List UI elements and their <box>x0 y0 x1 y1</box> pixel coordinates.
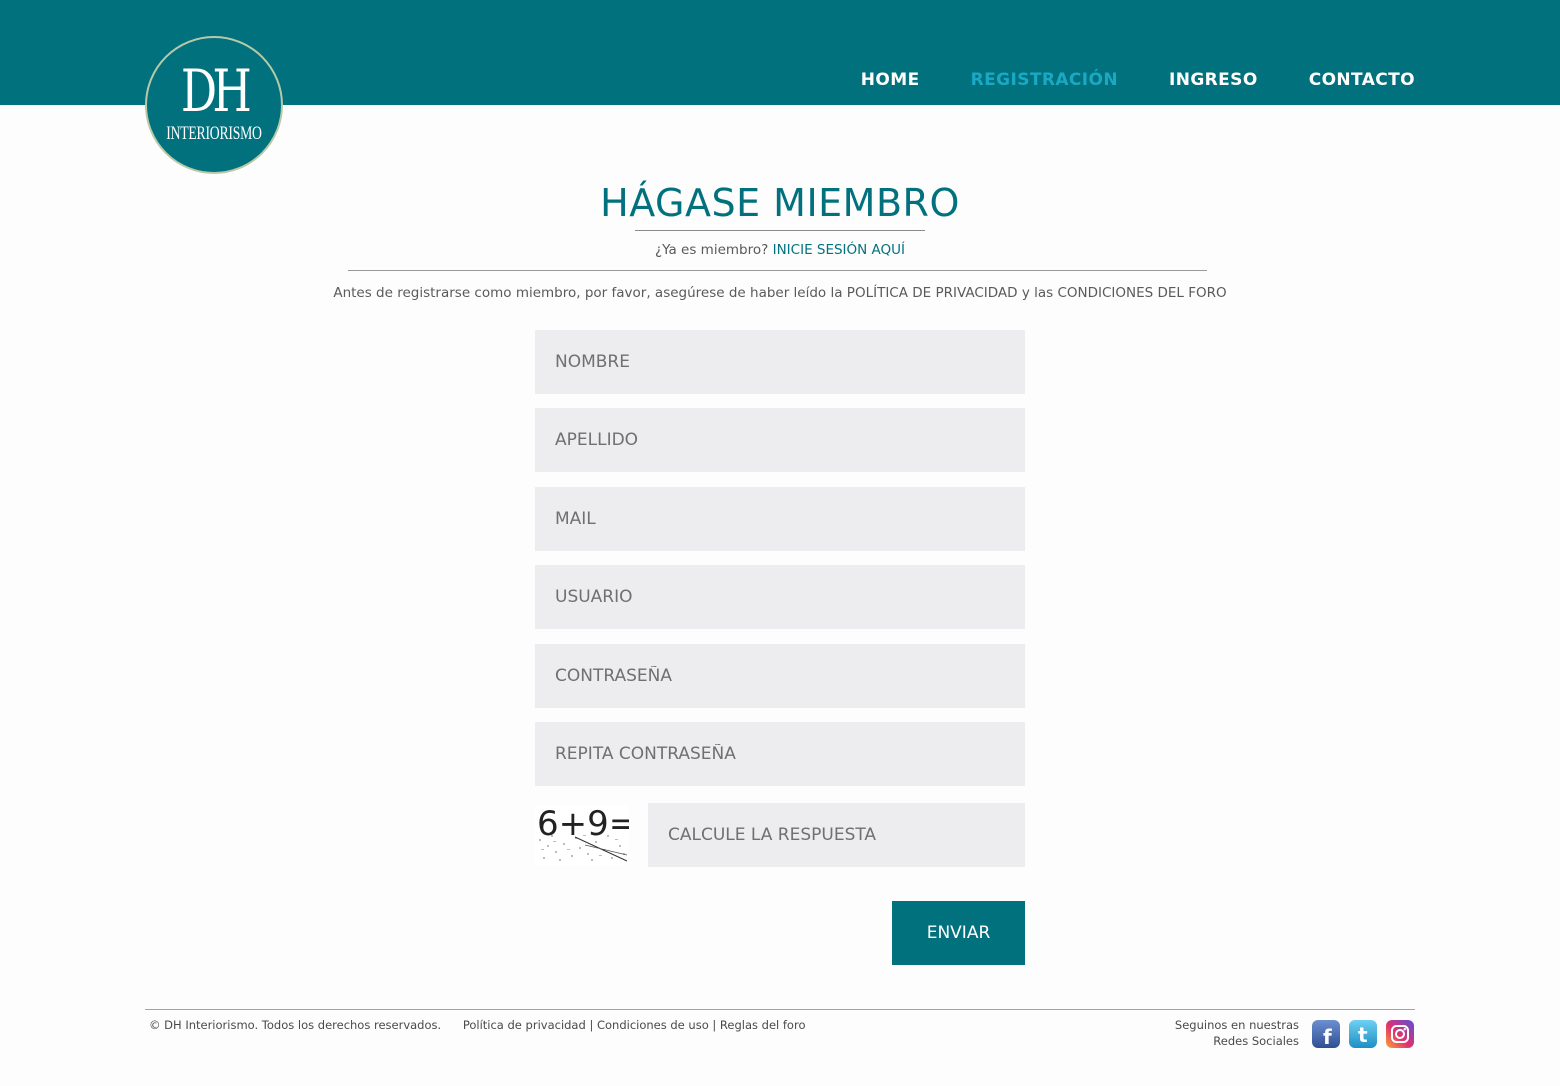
usuario-field[interactable] <box>535 565 1025 629</box>
nav-home[interactable]: HOME <box>861 66 920 94</box>
nav-ingreso[interactable]: INGRESO <box>1169 66 1258 94</box>
mail-field[interactable] <box>535 487 1025 551</box>
captcha-image: 6+9= <box>535 804 637 865</box>
footer-divider <box>145 1009 1415 1010</box>
svg-text:f: f <box>1323 1025 1332 1048</box>
terms-link[interactable]: Condiciones de uso <box>597 1018 709 1032</box>
login-link[interactable]: INICIE SESIÓN AQUÍ <box>773 242 905 258</box>
twitter-icon[interactable]: t <box>1349 1020 1377 1048</box>
password-field[interactable] <box>535 644 1025 708</box>
footer-separator: | <box>712 1018 717 1032</box>
submit-button[interactable]: ENVIAR <box>892 901 1025 965</box>
login-prompt-line: ¿Ya es miembro? INICIE SESIÓN AQUÍ <box>0 240 1560 260</box>
login-prompt: ¿Ya es miembro? <box>654 242 769 258</box>
svg-text:t: t <box>1358 1023 1368 1047</box>
forum-rules-link[interactable]: Reglas del foro <box>720 1018 806 1032</box>
captcha-text: 6+9= <box>537 805 629 844</box>
captcha-answer-field[interactable] <box>648 803 1025 867</box>
logo-mark: DH <box>180 57 252 125</box>
page-title: HÁGASE MIEMBRO <box>600 181 960 225</box>
copyright-text: © DH Interiorismo. Todos los derechos re… <box>149 1018 442 1032</box>
apellido-field[interactable] <box>535 408 1025 472</box>
instagram-icon[interactable] <box>1386 1020 1414 1048</box>
main-nav: HOME REGISTRACIÓN INGRESO CONTACTO <box>810 66 1415 94</box>
social-caption: Seguinos en nuestras Redes Sociales <box>1175 1017 1299 1049</box>
footer-legal: © DH Interiorismo. Todos los derechos re… <box>149 1017 805 1033</box>
social-caption-line2: Redes Sociales <box>1213 1034 1299 1048</box>
social-caption-line1: Seguinos en nuestras <box>1174 1018 1299 1032</box>
title-divider <box>635 230 925 231</box>
logo-subtitle: INTERIORISMO <box>166 123 262 144</box>
brand-logo[interactable]: DH INTERIORISMO <box>145 36 283 174</box>
repeat-password-field[interactable] <box>535 722 1025 786</box>
nav-contacto[interactable]: CONTACTO <box>1309 66 1415 94</box>
nav-registracion[interactable]: REGISTRACIÓN <box>971 66 1118 94</box>
facebook-icon[interactable]: f <box>1312 1020 1340 1048</box>
privacy-policy-link[interactable]: Política de privacidad <box>463 1018 586 1032</box>
footer-separator: | <box>589 1018 594 1032</box>
section-divider <box>348 270 1207 271</box>
nombre-field[interactable] <box>535 330 1025 394</box>
privacy-notice: Antes de registrarse como miembro, por f… <box>333 285 1227 301</box>
